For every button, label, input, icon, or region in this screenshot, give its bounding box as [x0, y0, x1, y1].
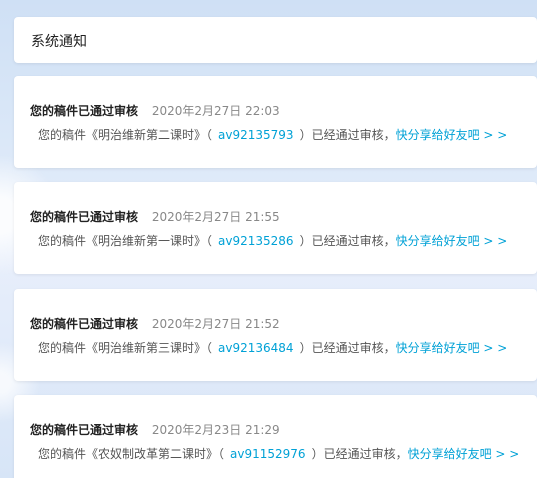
notification-item: 您的稿件已通过审核 2020年2月27日 21:52 您的稿件《明治维新第三课时…	[14, 289, 537, 381]
notification-time: 2020年2月27日 22:03	[151, 104, 280, 118]
notification-text-before: 您的稿件《明治维新第三课时》（	[38, 341, 213, 355]
notification-heading: 您的稿件已通过审核 2020年2月27日 22:03	[30, 102, 280, 119]
notification-text-after: ）已经通过审核，	[311, 447, 408, 461]
notification-body: 您的稿件《农奴制改革第二课时》（ av91152976 ）已经通过审核，快分享给好友…	[38, 445, 519, 462]
notification-item: 您的稿件已通过审核 2020年2月27日 21:55 您的稿件《明治维新第一课时…	[14, 182, 537, 274]
notification-text-after: ）已经通过审核，	[299, 234, 396, 248]
av-link[interactable]: av92135793	[218, 128, 294, 142]
av-link[interactable]: av91152976	[230, 447, 306, 461]
page-title: 系统通知	[31, 34, 87, 50]
notification-item: 您的稿件已通过审核 2020年2月27日 22:03 您的稿件《明治维新第二课时…	[14, 76, 537, 168]
notification-heading: 您的稿件已通过审核 2020年2月23日 21:29	[30, 421, 280, 438]
share-link[interactable]: 快分享给好友吧 > >	[396, 128, 508, 142]
av-link[interactable]: av92136484	[218, 341, 294, 355]
notification-body: 您的稿件《明治维新第三课时》（ av92136484 ）已经通过审核，快分享给好友吧…	[38, 339, 507, 356]
notification-text-before: 您的稿件《明治维新第二课时》（	[38, 128, 213, 142]
notification-time: 2020年2月27日 21:52	[151, 317, 280, 331]
notification-text-after: ）已经通过审核，	[299, 128, 396, 142]
notification-title: 您的稿件已通过审核	[30, 104, 139, 118]
notification-text-before: 您的稿件《农奴制改革第二课时》（	[38, 447, 225, 461]
notification-title: 您的稿件已通过审核	[30, 210, 139, 224]
notification-body: 您的稿件《明治维新第一课时》（ av92135286 ）已经通过审核，快分享给好友吧…	[38, 232, 507, 249]
notification-heading: 您的稿件已通过审核 2020年2月27日 21:55	[30, 208, 280, 225]
av-link[interactable]: av92135286	[218, 234, 294, 248]
notification-time: 2020年2月23日 21:29	[151, 423, 280, 437]
notification-heading: 您的稿件已通过审核 2020年2月27日 21:52	[30, 315, 280, 332]
notification-time: 2020年2月27日 21:55	[151, 210, 280, 224]
notification-text-after: ）已经通过审核，	[299, 341, 396, 355]
share-link[interactable]: 快分享给好友吧 > >	[408, 447, 520, 461]
share-link[interactable]: 快分享给好友吧 > >	[396, 341, 508, 355]
notification-text-before: 您的稿件《明治维新第一课时》（	[38, 234, 213, 248]
system-notification-header: 系统通知	[14, 17, 537, 63]
notification-item: 您的稿件已通过审核 2020年2月23日 21:29 您的稿件《农奴制改革第二课…	[14, 395, 537, 478]
share-link[interactable]: 快分享给好友吧 > >	[396, 234, 508, 248]
notification-title: 您的稿件已通过审核	[30, 317, 139, 331]
notification-title: 您的稿件已通过审核	[30, 423, 139, 437]
notification-body: 您的稿件《明治维新第二课时》（ av92135793 ）已经通过审核，快分享给好友吧…	[38, 126, 507, 143]
